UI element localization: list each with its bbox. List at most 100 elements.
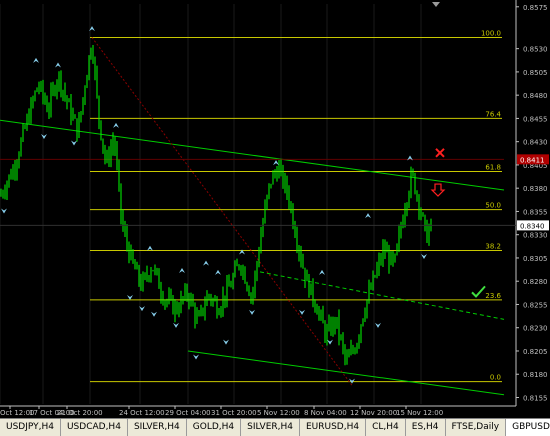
tab-silver-h4[interactable]: SILVER,H4 [241,419,300,436]
candle-body [110,147,112,161]
tab-silver-h4[interactable]: SILVER,H4 [128,419,187,436]
candle-body [394,254,396,261]
candle-body [186,288,188,297]
candle-body [312,283,314,302]
candle-body [204,305,206,313]
candle-body [88,55,90,77]
candle-body [108,154,110,161]
candle-body [274,173,276,175]
fib-level-label: 50.0 [485,202,501,210]
price-tick-label: 0.8455 [523,115,548,123]
candle-body [134,261,136,270]
symbol-tab-bar: USDJPY,H4 USDCAD,H4 SILVER,H4 GOLD,H4 SILVER… [0,418,550,436]
candle-body [354,350,356,353]
candle-body [40,83,42,88]
candle-body [234,265,236,277]
candle-body [216,300,218,315]
candle-body [64,90,66,97]
candle-body [236,265,238,267]
candle-body [266,195,268,206]
candle-body [310,283,312,295]
candle-body [68,100,70,103]
tab-usdjpy-h4[interactable]: USDJPY,H4 [0,419,61,436]
candle-body [330,322,332,334]
candle-body [314,301,316,309]
candle-body [48,109,50,112]
price-tick-label: 0.8380 [523,185,548,193]
candle-body [240,267,242,272]
candle-body [270,183,272,185]
candle-body [196,315,198,320]
candle-body [254,273,256,292]
candle-body [162,295,164,304]
candle-body [38,87,40,89]
candle-body [90,52,92,56]
candle-body [416,192,418,197]
fib-level-label: 23.6 [485,292,501,300]
tab-ftse-daily[interactable]: FTSE,Daily [446,419,507,436]
candle-body [412,171,414,174]
candle-body [190,297,192,302]
candle-body [298,247,300,253]
candle-body [232,276,234,287]
candle-body [104,148,106,160]
candle-body [8,175,10,184]
candle-body [152,270,154,272]
candle-body [132,250,134,262]
candle-body [76,118,78,137]
candle-body [296,235,298,248]
price-chart[interactable]: 100.0 76.4 61.8 50.0 38.2 23.6 0.0 0.8575 0.853… [0,0,550,418]
tab-eurusd-h4[interactable]: EURUSD,H4 [300,419,367,436]
candle-body [50,90,52,110]
candle-body [288,192,290,205]
candle-body [378,259,380,268]
price-tick-label: 0.8255 [523,301,548,309]
candle-body [320,312,322,314]
candle-body [388,250,390,265]
candle-body [102,138,104,149]
candle-body [324,323,326,339]
fib-level-label: 0.0 [490,374,501,382]
candle-body [380,259,382,261]
candle-body [356,344,358,353]
fib-level-label: 76.4 [485,110,501,118]
candle-body [308,275,310,295]
candle-body [252,291,254,297]
candle-body [350,348,352,355]
candle-body [376,267,378,277]
price-tick-label: 0.8575 [523,4,548,12]
candle-body [284,179,286,186]
candle-body [130,250,132,259]
candle-body [206,295,208,306]
candle-body [326,329,328,339]
candle-body [264,205,266,222]
tab-es-h4[interactable]: ES,H4 [406,419,446,436]
candle-body [142,276,144,289]
candle-body [150,270,152,278]
tab-usdcad-h4[interactable]: USDCAD,H4 [61,419,128,436]
candle-body [246,283,248,289]
candle-body [238,265,240,268]
candle-body [66,96,68,103]
candle-body [20,139,22,156]
candle-body [226,282,228,301]
price-tick-label: 0.8280 [523,278,548,286]
price-tick-label: 0.8330 [523,232,548,240]
time-tick-label: 5 Nov 12:00 [257,409,300,417]
candle-body [370,288,372,290]
candle-body [358,336,360,345]
candle-body [300,252,302,262]
candle-body [70,100,72,119]
candle-body [44,96,46,103]
tab-gold-h4[interactable]: GOLD,H4 [187,419,242,436]
candle-body [334,319,336,326]
candle-body [382,247,384,261]
price-tick-label: 0.8305 [523,255,548,263]
tab-gbpusd-h4[interactable]: GBPUSD,H4 [506,419,550,436]
candle-body [420,211,422,215]
candle-body [100,120,102,139]
candle-body [42,83,44,97]
candle-body [94,59,96,72]
tab-cl-h4[interactable]: CL,H4 [366,419,406,436]
price-tick-label: 0.8480 [523,92,548,100]
